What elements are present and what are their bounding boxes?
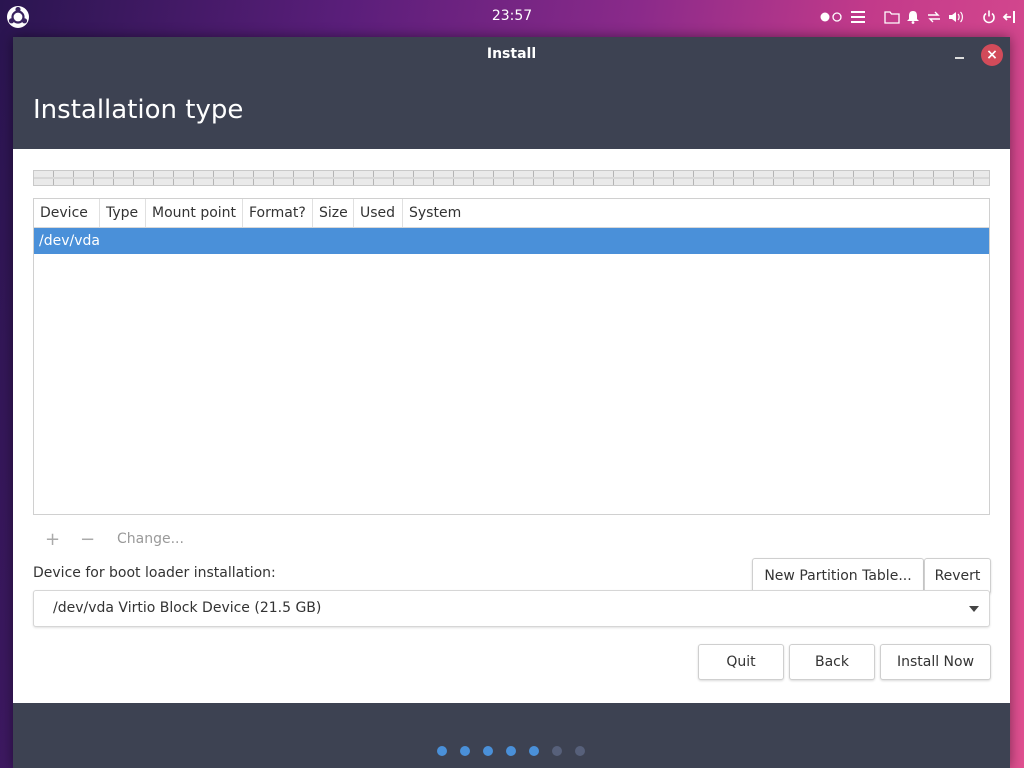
- close-button[interactable]: ×: [981, 44, 1003, 66]
- progress-step-dot: [460, 746, 470, 756]
- column-header-type[interactable]: Type: [100, 199, 146, 227]
- column-header-size[interactable]: Size: [313, 199, 354, 227]
- table-row[interactable]: /dev/vda: [34, 228, 989, 254]
- window-titlebar[interactable]: Install ×: [13, 37, 1010, 73]
- bootloader-selected-value: /dev/vda Virtio Block Device (21.5 GB): [53, 600, 322, 616]
- column-header-used[interactable]: Used: [354, 199, 403, 227]
- progress-step-dot: [575, 746, 585, 756]
- minimize-button[interactable]: [952, 45, 968, 61]
- progress-step-dot: [506, 746, 516, 756]
- system-tray: [820, 6, 1016, 28]
- back-button[interactable]: Back: [789, 644, 875, 680]
- new-partition-table-button[interactable]: New Partition Table...: [752, 558, 924, 594]
- installer-window: Install × Installation type Device Type …: [13, 37, 1010, 768]
- progress-step-dot: [437, 746, 447, 756]
- revert-button[interactable]: Revert: [924, 558, 991, 594]
- chevron-down-icon: [969, 606, 979, 612]
- progress-step-dot: [529, 746, 539, 756]
- power-icon[interactable]: [982, 6, 996, 28]
- row-device: /dev/vda: [39, 233, 100, 249]
- remove-partition-button[interactable]: −: [80, 529, 95, 550]
- page-header: Installation type: [13, 73, 1010, 149]
- bootloader-device-select[interactable]: /dev/vda Virtio Block Device (21.5 GB): [33, 590, 990, 627]
- progress-step-dot: [552, 746, 562, 756]
- partition-toolbar: + − Change...: [33, 521, 990, 559]
- menu-icon[interactable]: [850, 6, 866, 28]
- partition-bar: [33, 170, 990, 186]
- partition-table: Device Type Mount point Format? Size Use…: [33, 198, 990, 515]
- volume-icon[interactable]: [948, 6, 964, 28]
- progress-dots: [437, 746, 585, 756]
- install-now-button[interactable]: Install Now: [880, 644, 991, 680]
- main-content: Device Type Mount point Format? Size Use…: [13, 149, 1010, 703]
- logout-icon[interactable]: [1002, 6, 1016, 28]
- add-partition-button[interactable]: +: [45, 529, 60, 550]
- bell-icon[interactable]: [906, 6, 920, 28]
- column-header-mount-point[interactable]: Mount point: [146, 199, 243, 227]
- column-header-device[interactable]: Device: [34, 199, 100, 227]
- toggle-dots-icon[interactable]: [820, 6, 844, 28]
- column-header-format[interactable]: Format?: [243, 199, 313, 227]
- change-partition-button[interactable]: Change...: [117, 531, 184, 547]
- table-header: Device Type Mount point Format? Size Use…: [34, 199, 989, 228]
- network-icon[interactable]: [926, 6, 942, 28]
- progress-step-dot: [483, 746, 493, 756]
- bootloader-label: Device for boot loader installation:: [33, 565, 276, 581]
- window-title: Install: [486, 46, 537, 62]
- folder-icon[interactable]: [884, 6, 900, 28]
- top-panel: 23:57: [0, 0, 1024, 34]
- column-header-system[interactable]: System: [403, 199, 467, 227]
- progress-footer: [13, 703, 1010, 768]
- page-title: Installation type: [33, 95, 244, 125]
- quit-button[interactable]: Quit: [698, 644, 784, 680]
